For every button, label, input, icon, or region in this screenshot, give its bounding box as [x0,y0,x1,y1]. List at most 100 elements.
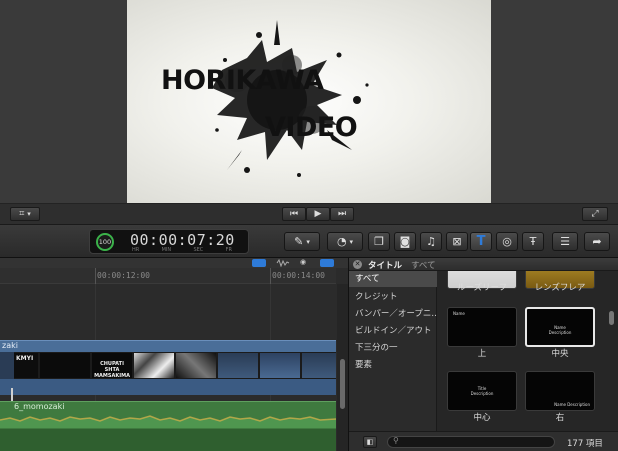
next-frame-button[interactable]: ⏭ [330,207,354,221]
title-thumb-label: 中央 [551,349,569,359]
browser-header: ✕ タイトル すべて [349,258,618,271]
enhancements-menu-button[interactable]: ✎ ▾ [284,232,320,251]
thumb-caption: Name [453,311,465,316]
transform-menu-button[interactable]: ⌗ ▾ [10,207,40,221]
generator-icon: ◎ [502,235,512,248]
titles-browser-button[interactable]: T [470,232,492,251]
sidebar-icon: ◧ [366,438,374,446]
text-t-icon: T [476,234,486,249]
audio-clip-label: 6_momozaki [14,402,65,411]
video-preview[interactable]: HORIKAWA VIDEO [127,0,491,203]
video-clip-label: zaki [2,341,18,350]
category-build-in-out[interactable]: ビルドイン／アウト [349,323,437,339]
sliders-icon: ☰ [560,235,570,248]
title-thumb-label: 右 [555,413,565,423]
thumb-caption: Title Description [470,386,494,396]
thumb-caption: Name Description [548,325,572,335]
timeline-scroll-thumb[interactable] [340,359,345,409]
chevron-down-icon: ▾ [306,237,310,246]
filmstrip-frame [218,353,258,378]
fullscreen-button[interactable]: ⤢ [582,207,608,221]
camera-icon: ◙ [399,235,411,248]
audio-level-value: 100 [98,238,112,246]
chevron-down-icon: ▾ [349,237,354,246]
category-elements[interactable]: 要素 [349,357,437,373]
generators-browser-button[interactable]: ◎ [496,232,518,251]
video-filmstrip[interactable]: KMYI CHUPATI SHTA MAMSAKIMA [0,352,336,379]
share-icon: ➦ [592,235,602,248]
clip-skimming-icon[interactable] [252,259,266,267]
viewer-area: HORIKAWA VIDEO [0,0,618,203]
solo-icon[interactable] [320,259,334,267]
title-thumb-centered[interactable]: Title Description [447,371,517,411]
search-icon: ⚲ [393,436,399,445]
title-thumbnails-grid: ルーズリーフ レンズフレア Name 上 Name Description 中央… [437,271,618,431]
category-bumper-opener[interactable]: バンパー／オープニ... [349,306,437,322]
search-field[interactable]: ⚲ [387,436,555,448]
unit-sec: SEC [193,247,204,253]
close-icon[interactable]: ✕ [353,260,362,269]
music-browser-button[interactable]: ♫ [420,232,442,251]
speedometer-icon: ◔ [336,235,347,248]
magic-wand-icon: ✎ [294,235,304,248]
browser-scroll-thumb[interactable] [609,311,614,325]
title-thumb-label: 中心 [473,413,491,423]
video-clip-title-bar[interactable]: zaki [0,340,336,352]
share-button[interactable]: ➦ [584,232,610,251]
title-line-2: VIDEO [265,112,358,143]
item-count: 177 項目 [567,439,603,449]
play-button[interactable]: ▶ [306,207,330,221]
ruler-label-12s: 00:00:12:00 [97,271,150,280]
effects-browser-button[interactable]: ❐ [368,232,390,251]
filmstrip-frame [260,353,300,378]
timeline-header: ◉ [0,258,348,268]
category-credits[interactable]: クレジット [349,289,437,305]
timeline[interactable]: ◉ 00:00:12:00 00:00:14:00 zaki KMYI CHUP… [0,258,348,451]
title-thumb-upper[interactable]: Name [447,307,517,347]
previous-frame-button[interactable]: ⏮ [282,207,306,221]
skip-back-icon: ⏮ [289,209,299,219]
snapping-icon[interactable]: ◉ [300,258,312,268]
timecode-display[interactable]: 100 00:00:07:20 HR MIN SEC FR [89,229,249,254]
audio-skimming-icon[interactable] [276,258,290,268]
title-thumb-center-selected[interactable]: Name Description [525,307,595,347]
video-clip-audio-strip[interactable] [0,379,336,395]
category-all[interactable]: すべて [349,271,437,287]
audio-clip[interactable]: 6_momozaki [0,401,336,429]
toolbar: 100 00:00:07:20 HR MIN SEC FR ✎ ▾ ◔ ▾ ❐ ◙ … [0,224,618,258]
titles-browser: ✕ タイトル すべて すべて クレジット バンパー／オープニ... ビルドイン／… [348,258,618,451]
audio-level-dial: 100 [96,233,114,251]
timeline-ruler[interactable]: 00:00:12:00 00:00:14:00 [0,268,336,284]
category-lower-third[interactable]: 下三分の一 [349,340,437,356]
skip-forward-icon: ⏭ [337,209,347,219]
timeline-scrollbar[interactable] [337,284,348,451]
transition-icon: ⊠ [452,235,462,248]
title-line-1: HORIKAWA [161,65,324,96]
audio-waveform [0,415,336,428]
ruler-label-14s: 00:00:14:00 [272,271,325,280]
retime-menu-button[interactable]: ◔ ▾ [327,232,363,251]
themes-browser-button[interactable]: Ŧ [522,232,544,251]
sidebar-toggle-button[interactable]: ◧ [363,436,377,448]
filmstrip-frame: CHUPATI SHTA MAMSAKIMA [92,353,132,379]
layers-icon: ❐ [374,235,384,248]
inspector-button[interactable]: ☰ [552,232,578,251]
title-thumb-label: ルーズリーフ [456,283,508,293]
browser-title: タイトル [368,261,403,271]
title-thumb-label: 上 [477,349,487,359]
title-thumb-label: レンズフレア [534,283,586,293]
timecode-units: HR MIN SEC FR [132,247,232,253]
filmstrip-frame [134,353,174,378]
transitions-browser-button[interactable]: ⊠ [446,232,468,251]
filmstrip-text-2: CHUPATI SHTA MAMSAKIMA [94,361,130,379]
browser-footer: ◧ ⚲ 177 項目 [349,431,618,451]
photo-browser-button[interactable]: ◙ [394,232,416,251]
transform-icon: ⌗ [19,209,25,219]
filmstrip-frame: KMYI [14,353,38,378]
search-input[interactable] [404,437,552,447]
title-thumb-right[interactable]: Name Description [525,371,595,411]
browser-subtitle: すべて [411,261,436,271]
unit-fr: FR [225,247,232,253]
expand-icon: ⤢ [591,209,599,219]
audio-clip-lower[interactable] [0,429,336,451]
